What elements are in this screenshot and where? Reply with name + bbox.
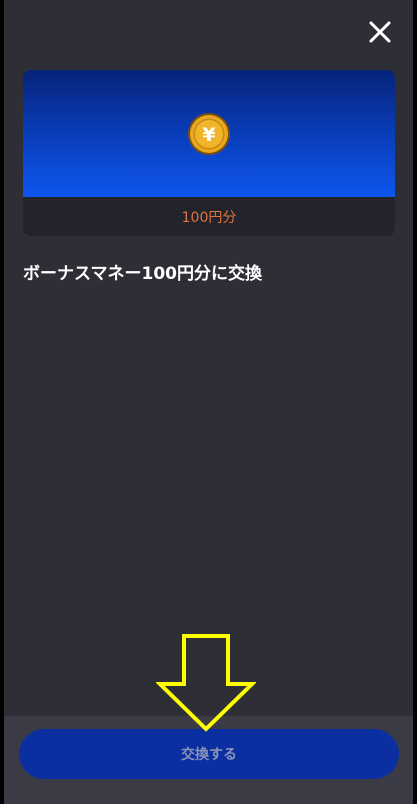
exchange-button[interactable]: 交換する — [19, 729, 399, 779]
reward-card-banner: ¥ — [23, 70, 395, 197]
down-arrow-icon — [156, 634, 256, 732]
close-icon[interactable] — [369, 21, 391, 43]
page-title: ボーナスマネー100円分に交換 — [23, 264, 262, 284]
screen: ¥ 100円分 ボーナスマネー100円分に交換 交換する — [0, 0, 417, 804]
coin-symbol: ¥ — [202, 124, 215, 146]
yen-coin-icon: ¥ — [188, 113, 230, 155]
reward-card-footer: 100円分 — [23, 197, 395, 236]
close-button[interactable] — [362, 14, 398, 50]
price-label: 100円分 — [181, 209, 237, 226]
reward-card: ¥ 100円分 — [23, 70, 395, 236]
